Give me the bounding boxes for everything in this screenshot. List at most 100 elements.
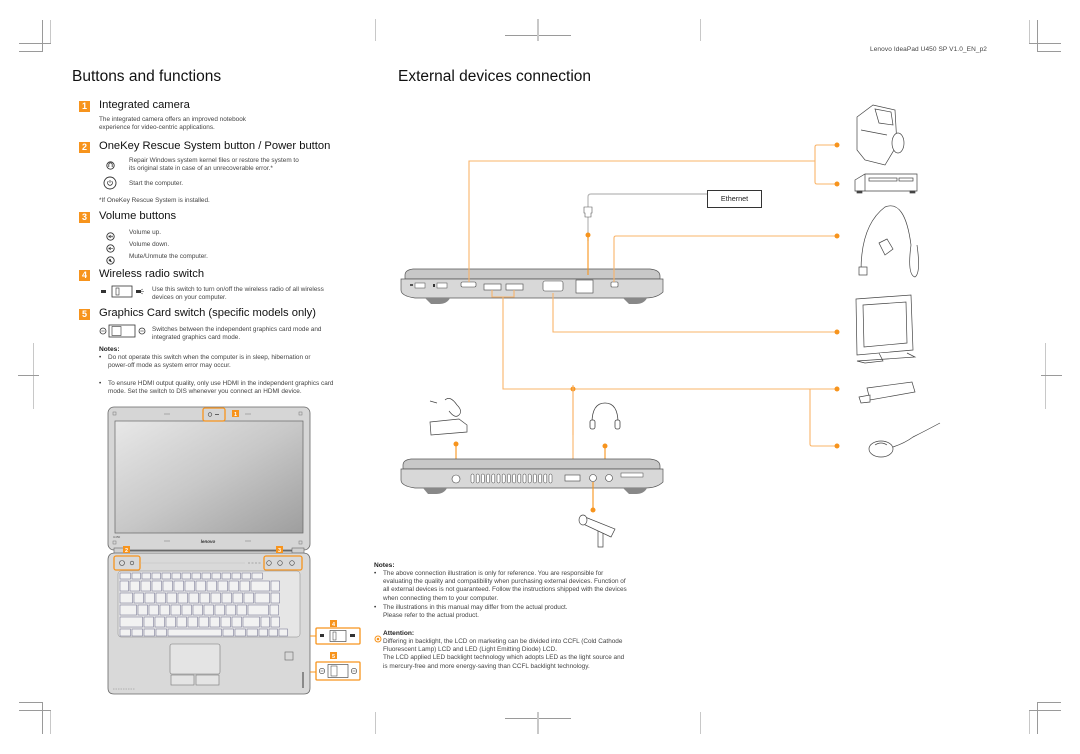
keyboard-key <box>268 628 278 637</box>
keyboard-key <box>221 572 231 580</box>
keyboard-key <box>184 580 195 592</box>
keyboard-key <box>211 572 221 580</box>
keyboard-key <box>243 592 254 604</box>
vent-slot <box>486 473 490 484</box>
keyboard-key <box>228 580 239 592</box>
keyboard-key <box>192 604 203 616</box>
keyboard-key <box>131 572 141 580</box>
keyboard-key <box>246 628 258 637</box>
keyboard-key <box>195 580 206 592</box>
connection-note-item: The above connection illustration is onl… <box>374 570 627 603</box>
keyboard-key <box>258 628 268 637</box>
vent-slot <box>481 473 485 484</box>
keyboard-key <box>170 604 181 616</box>
keyboard-key <box>250 580 270 592</box>
keyboard-key <box>131 628 143 637</box>
callout-2: 2 <box>125 548 128 554</box>
keyboard-key <box>148 604 159 616</box>
keyboard-key <box>239 580 250 592</box>
section-number-badge: 1 <box>79 101 90 112</box>
keyboard-key <box>159 604 170 616</box>
headphones-icon <box>589 402 621 430</box>
keyboard-key <box>176 616 187 628</box>
keyboard-key <box>137 604 148 616</box>
keyboard-key <box>151 580 162 592</box>
document-code: Lenovo IdeaPad U450 SP V1.0_EN_p2 <box>870 46 988 53</box>
keyboard-key <box>234 628 246 637</box>
keyboard-key <box>181 572 191 580</box>
mute-label: Mute/Unmute the computer. <box>129 253 208 260</box>
keyboard-key <box>119 628 131 637</box>
keyboard-key <box>231 616 242 628</box>
vent-slot <box>491 473 496 484</box>
vent-slot <box>501 473 506 484</box>
keyboard-key <box>188 592 199 604</box>
lenovo-logo: lenovo <box>201 539 216 544</box>
keyboard-key <box>260 616 270 628</box>
vent-slot <box>475 473 480 484</box>
section-number-badge: 5 <box>79 309 90 320</box>
keyboard-key <box>143 616 154 628</box>
keyboard-key <box>210 592 221 604</box>
vent-slot <box>496 473 501 484</box>
onekey-rescue-icon <box>106 157 115 175</box>
buttons-functions-title: Buttons and functions <box>72 68 222 85</box>
vent-slot <box>533 473 537 484</box>
keyboard-key <box>173 580 184 592</box>
keyboard-key <box>140 580 151 592</box>
rj45-plug-icon <box>583 206 593 218</box>
keyboard-key <box>254 592 270 604</box>
keyboard-key <box>144 592 155 604</box>
vent-slot <box>527 473 532 484</box>
keyboard-key <box>162 580 173 592</box>
volume-down-label: Volume down. <box>129 241 170 248</box>
section-title: Wireless radio switch <box>99 268 205 280</box>
wireless-switch-icon <box>100 285 146 304</box>
keyboard-key <box>161 572 171 580</box>
keyboard-key <box>129 580 140 592</box>
keyboard-key <box>198 616 209 628</box>
wireless-switch-description: Use this switch to turn on/off the wirel… <box>152 286 324 302</box>
vent-slot <box>507 473 511 484</box>
onekey-rescue-description: Repair Windows system kernel files or re… <box>129 157 299 173</box>
keyboard-key <box>206 580 217 592</box>
section-title: Integrated camera <box>99 99 190 111</box>
attention-title: Attention: <box>383 630 415 637</box>
keyboard-key <box>231 572 241 580</box>
graphics-switch-description: Switches between the independent graphic… <box>152 326 322 342</box>
keyboard-key <box>133 592 144 604</box>
vent-slot <box>548 473 553 484</box>
note-item: Do not operate this switch when the comp… <box>99 354 311 370</box>
keyboard-key <box>155 628 167 637</box>
attention-text: Differing in backlight, the LCD on marke… <box>383 638 625 670</box>
keyboard-key <box>270 616 280 628</box>
keyboard-key <box>217 580 228 592</box>
graphics-switch-icon <box>99 324 147 343</box>
keyboard-key <box>151 572 161 580</box>
section-title: Graphics Card switch (specific models on… <box>99 307 316 319</box>
callout-5: 5 <box>332 654 335 660</box>
keyboard-key <box>181 604 192 616</box>
callout-1: 1 <box>234 412 237 418</box>
mouse-icon <box>868 422 941 458</box>
connection-note-item: The illustrations in this manual may dif… <box>374 604 568 620</box>
ethernet-label: Ethernet <box>707 190 762 208</box>
keyboard-key <box>143 628 155 637</box>
monitor-icon <box>855 294 917 364</box>
power-description: Start the computer. <box>129 180 183 187</box>
keyboard-key <box>154 616 165 628</box>
vent-slot <box>543 473 548 484</box>
section-description: The integrated camera offers an improved… <box>99 116 246 132</box>
connection-notes-title: Notes: <box>374 562 395 569</box>
keyboard-key <box>141 572 151 580</box>
vent-slot <box>522 473 527 484</box>
model-label: U450 <box>113 535 121 539</box>
laptop-left-side-view <box>400 268 664 304</box>
keyboard-key <box>221 592 232 604</box>
notes-title: Notes: <box>99 346 120 353</box>
camcorder-icon <box>856 104 905 166</box>
laptop-top-view-illustration: lenovo U450 1 2 3 4 5 <box>107 406 361 695</box>
callout-3: 3 <box>278 548 281 554</box>
ethernet-cable <box>587 193 707 241</box>
keyboard-key <box>270 580 280 592</box>
